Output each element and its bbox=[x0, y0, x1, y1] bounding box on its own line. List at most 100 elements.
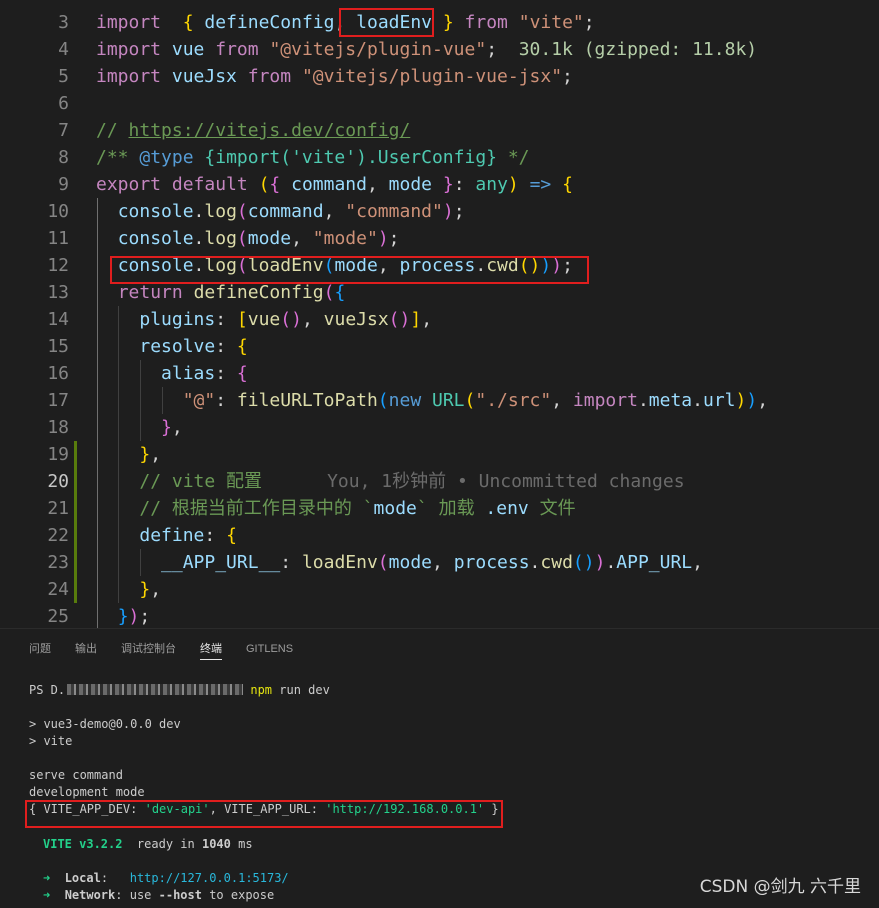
tab-terminal[interactable]: 终端 bbox=[200, 639, 222, 660]
code-token: ) bbox=[746, 390, 758, 411]
code-line[interactable]: 5 import vueJsx from "@vitejs/plugin-vue-… bbox=[0, 63, 879, 90]
code-text[interactable]: }, bbox=[96, 441, 161, 468]
network-post: to expose bbox=[201, 888, 275, 902]
code-line[interactable]: 3 import { defineConfig, loadEnv } from "… bbox=[0, 9, 879, 36]
tab-output[interactable]: 输出 bbox=[75, 639, 97, 659]
code-token: . bbox=[193, 228, 205, 249]
code-token: ( bbox=[323, 282, 335, 303]
code-token: // bbox=[96, 120, 129, 141]
code-line[interactable]: 14 plugins: [vue(), vueJsx()], bbox=[0, 306, 879, 333]
code-token: cwd bbox=[540, 552, 573, 573]
code-token: ( bbox=[258, 174, 270, 195]
code-text[interactable]: __APP_URL__: loadEnv(mode, process.cwd()… bbox=[96, 549, 703, 576]
code-line[interactable]: 19 }, bbox=[0, 441, 879, 468]
code-token: 文件 bbox=[528, 498, 576, 519]
code-token: mode bbox=[388, 552, 432, 573]
code-token: , bbox=[366, 174, 389, 195]
code-token: .env bbox=[485, 498, 529, 519]
code-token: ) bbox=[442, 201, 454, 222]
code-token: vue bbox=[171, 39, 205, 60]
code-token: , bbox=[551, 390, 573, 411]
line-number: 13 bbox=[47, 282, 69, 303]
code-line[interactable]: 21 // 根据当前工作目录中的 `mode` 加载 .env 文件 bbox=[0, 495, 879, 522]
code-text[interactable]: export default ({ command, mode }: any) … bbox=[96, 171, 573, 198]
code-line[interactable]: 16 alias: { bbox=[0, 360, 879, 387]
code-token: "mode" bbox=[312, 228, 378, 249]
code-text[interactable]: }, bbox=[96, 576, 161, 603]
line-number: 23 bbox=[47, 552, 69, 573]
tab-problems[interactable]: 问题 bbox=[29, 639, 51, 659]
code-token: URL bbox=[432, 390, 465, 411]
code-line[interactable]: 25 }); bbox=[0, 603, 879, 628]
code-text[interactable]: /** @type {import('vite').UserConfig} */ bbox=[96, 144, 530, 171]
code-line[interactable]: 24 }, bbox=[0, 576, 879, 603]
code-token: fileURLToPath bbox=[236, 390, 378, 411]
indent-guide bbox=[97, 198, 98, 628]
terminal-line: serve command bbox=[29, 768, 123, 782]
code-line[interactable]: 10 console.log(command, "command"); bbox=[0, 198, 879, 225]
code-token: vueJsx bbox=[171, 66, 237, 87]
code-line[interactable]: 8 /** @type {import('vite').UserConfig} *… bbox=[0, 144, 879, 171]
line-number: 25 bbox=[47, 606, 69, 627]
code-line[interactable]: 11 console.log(mode, "mode"); bbox=[0, 225, 879, 252]
code-token: } bbox=[442, 12, 454, 33]
code-editor[interactable]: 25 }); 24 }, 23 __APP_URL__: loadEnv(mode,… bbox=[0, 0, 879, 628]
line-number: 15 bbox=[47, 336, 69, 357]
arrow-right-icon: ➜ bbox=[43, 888, 51, 902]
code-text[interactable]: import vueJsx from "@vitejs/plugin-vue-j… bbox=[96, 63, 573, 90]
tab-debug-console[interactable]: 调试控制台 bbox=[121, 639, 176, 659]
code-token: url bbox=[702, 390, 736, 411]
code-token: /** bbox=[96, 147, 140, 168]
code-line[interactable]: 4 import vue from "@vitejs/plugin-vue"; 3… bbox=[0, 36, 879, 63]
code-text[interactable]: import vue from "@vitejs/plugin-vue"; 30… bbox=[96, 36, 757, 63]
line-number: 9 bbox=[58, 174, 69, 195]
code-line[interactable]: 18 }, bbox=[0, 414, 879, 441]
line-number: 17 bbox=[47, 390, 69, 411]
code-token: ) bbox=[128, 606, 140, 627]
vite-version: VITE v3.2.2 bbox=[43, 837, 123, 851]
code-line[interactable]: 9 export default ({ command, mode }: any)… bbox=[0, 171, 879, 198]
code-token: log bbox=[204, 201, 237, 222]
tab-gitlens[interactable]: GITLENS bbox=[246, 639, 293, 659]
code-text[interactable]: plugins: [vue(), vueJsx()], bbox=[96, 306, 432, 333]
code-text[interactable]: }); bbox=[96, 603, 151, 628]
code-line[interactable]: 15 resolve: { bbox=[0, 333, 879, 360]
code-token: default bbox=[171, 174, 248, 195]
code-token: ] bbox=[410, 309, 422, 330]
code-text[interactable]: console.log(mode, "mode"); bbox=[96, 225, 400, 252]
code-token: defineConfig bbox=[193, 282, 324, 303]
arrow-right-icon: ➜ bbox=[43, 871, 51, 885]
local-url-link[interactable]: http://127.0.0.1:5173/ bbox=[130, 871, 289, 885]
code-text[interactable]: // https://vitejs.dev/config/ bbox=[96, 117, 410, 144]
code-line[interactable]: 17 "@": fileURLToPath(new URL("./src", i… bbox=[0, 387, 879, 414]
code-token: from bbox=[464, 12, 508, 33]
code-text[interactable]: // vite 配置 You, 1秒钟前 • Uncommitted chang… bbox=[96, 468, 684, 495]
code-text[interactable]: console.log(command, "command"); bbox=[96, 198, 465, 225]
line-number: 7 bbox=[58, 120, 69, 141]
code-line[interactable]: 7 // https://vitejs.dev/config/ bbox=[0, 117, 879, 144]
code-line[interactable]: 6 bbox=[0, 90, 879, 117]
code-token: 30.1k (gzipped: 11.8k) bbox=[518, 39, 758, 60]
code-line[interactable]: 20 // vite 配置 You, 1秒钟前 • Uncommitted ch… bbox=[0, 468, 879, 495]
code-token: . bbox=[637, 390, 649, 411]
code-token: */ bbox=[497, 147, 530, 168]
code-text[interactable]: // 根据当前工作目录中的 `mode` 加载 .env 文件 bbox=[96, 495, 576, 522]
code-token: mode bbox=[388, 174, 433, 195]
code-token: vueJsx bbox=[323, 309, 389, 330]
code-token: import bbox=[96, 66, 162, 87]
line-number: 19 bbox=[47, 444, 69, 465]
git-change-marker bbox=[74, 441, 77, 468]
code-token: import bbox=[96, 12, 162, 33]
code-text[interactable]: "@": fileURLToPath(new URL("./src", impo… bbox=[96, 387, 768, 414]
local-sep: : bbox=[100, 871, 130, 885]
code-line[interactable]: 22 define: { bbox=[0, 522, 879, 549]
code-token: () bbox=[388, 309, 411, 330]
terminal-line: > vue3-demo@0.0.0 dev bbox=[29, 717, 181, 731]
code-line[interactable]: 23 __APP_URL__: loadEnv(mode, process.cw… bbox=[0, 549, 879, 576]
